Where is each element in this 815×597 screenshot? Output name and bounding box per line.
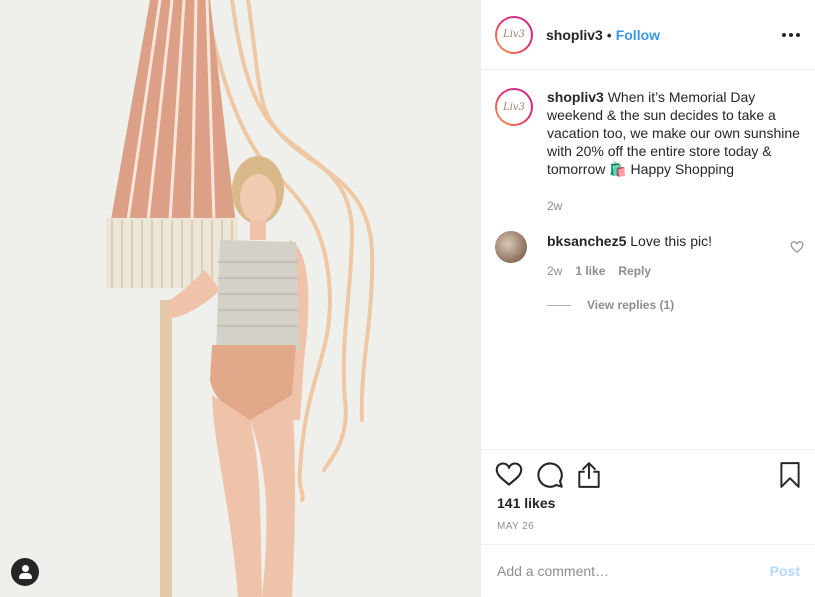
caption-avatar-logo: Liv3 — [497, 90, 531, 124]
user-tag-icon-head — [22, 565, 29, 572]
author-avatar-logo: Liv3 — [497, 17, 531, 52]
comment-timestamp[interactable]: 2w — [547, 264, 562, 278]
caption-timestamp[interactable]: 2w — [547, 199, 562, 213]
comment-meta: 2w 1 like Reply — [547, 264, 651, 278]
post-caption: Liv3 shopliv3 When it’s Memorial Day wee… — [495, 88, 805, 178]
post-photo-illustration — [0, 0, 480, 597]
comment-body: bksanchez5 Love this pic! — [547, 233, 712, 263]
post-comment-button[interactable]: Post — [770, 563, 800, 579]
post-date: MAY 26 — [497, 521, 535, 532]
user-tag-icon-body — [19, 573, 32, 579]
caption-author-avatar[interactable]: Liv3 — [495, 88, 533, 126]
comment-icon[interactable] — [536, 461, 564, 494]
post-image[interactable] — [0, 0, 480, 597]
view-replies-button[interactable]: View replies (1) — [547, 298, 674, 312]
bookmark-icon[interactable] — [779, 461, 801, 494]
caption-body: shopliv3 When it’s Memorial Day weekend … — [547, 88, 805, 178]
commenter-username[interactable]: bksanchez5 — [547, 233, 626, 249]
user-tag-icon[interactable] — [11, 558, 39, 586]
more-dot — [796, 33, 800, 37]
heart-outline-small-icon[interactable] — [790, 240, 804, 259]
replies-divider — [547, 304, 571, 306]
share-icon[interactable] — [576, 461, 602, 494]
more-dot — [789, 33, 793, 37]
heart-icon[interactable] — [495, 461, 523, 492]
caption-username[interactable]: shopliv3 — [547, 89, 604, 105]
author-username[interactable]: shopliv3 — [546, 27, 603, 43]
comment-item: bksanchez5 Love this pic! — [495, 231, 805, 263]
author-avatar[interactable]: Liv3 — [495, 15, 533, 54]
like-count[interactable]: 141 likes — [497, 495, 555, 511]
post-header: Liv3 shopliv3 • Follow — [481, 0, 815, 70]
post-details-panel: Liv3 shopliv3 • Follow Liv3 shopliv3 Whe… — [480, 0, 815, 597]
more-dot — [782, 33, 786, 37]
reply-button[interactable]: Reply — [618, 264, 651, 278]
add-comment-bar: Add a comment… Post — [481, 544, 815, 597]
commenter-avatar[interactable] — [495, 231, 527, 263]
more-options-icon[interactable] — [782, 33, 800, 37]
comment-like-count[interactable]: 1 like — [575, 264, 605, 278]
comment-input[interactable]: Add a comment… — [497, 563, 609, 579]
header-separator: • — [606, 26, 612, 43]
follow-button[interactable]: Follow — [616, 27, 660, 43]
view-replies-label: View replies (1) — [587, 298, 675, 312]
comment-text: Love this pic! — [630, 233, 712, 249]
